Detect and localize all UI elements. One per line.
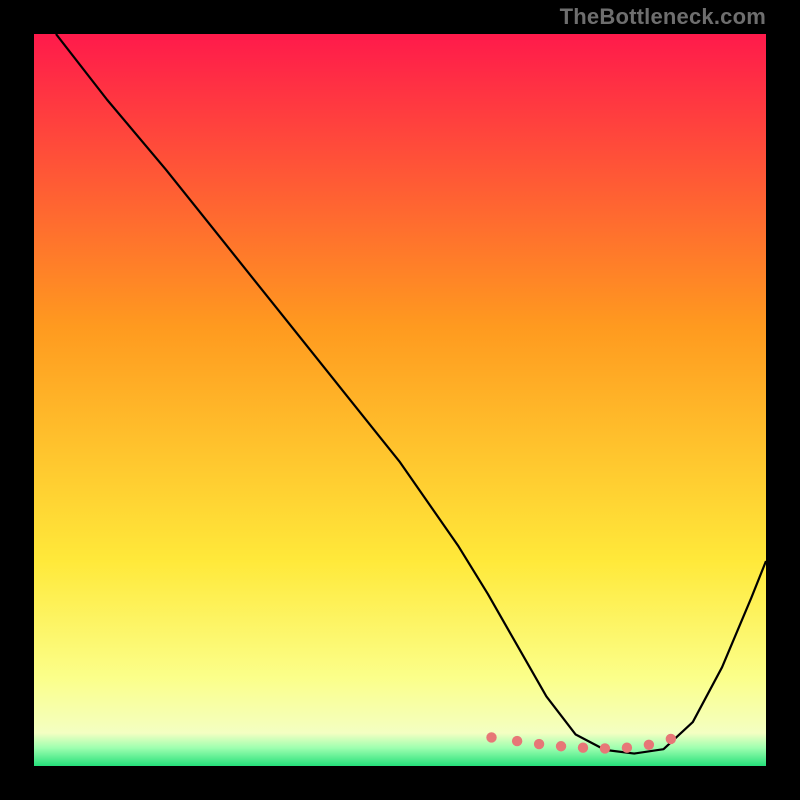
valley-dot <box>512 736 522 746</box>
watermark-text: TheBottleneck.com <box>560 4 766 30</box>
valley-dot <box>534 739 544 749</box>
chart-container: TheBottleneck.com <box>0 0 800 800</box>
chart-svg <box>34 34 766 766</box>
valley-dot <box>578 743 588 753</box>
valley-dot <box>666 734 676 744</box>
valley-dot <box>622 743 632 753</box>
plot-area <box>34 34 766 766</box>
valley-dot <box>556 741 566 751</box>
valley-dot <box>600 743 610 753</box>
valley-dot <box>486 732 496 742</box>
valley-dot <box>644 740 654 750</box>
